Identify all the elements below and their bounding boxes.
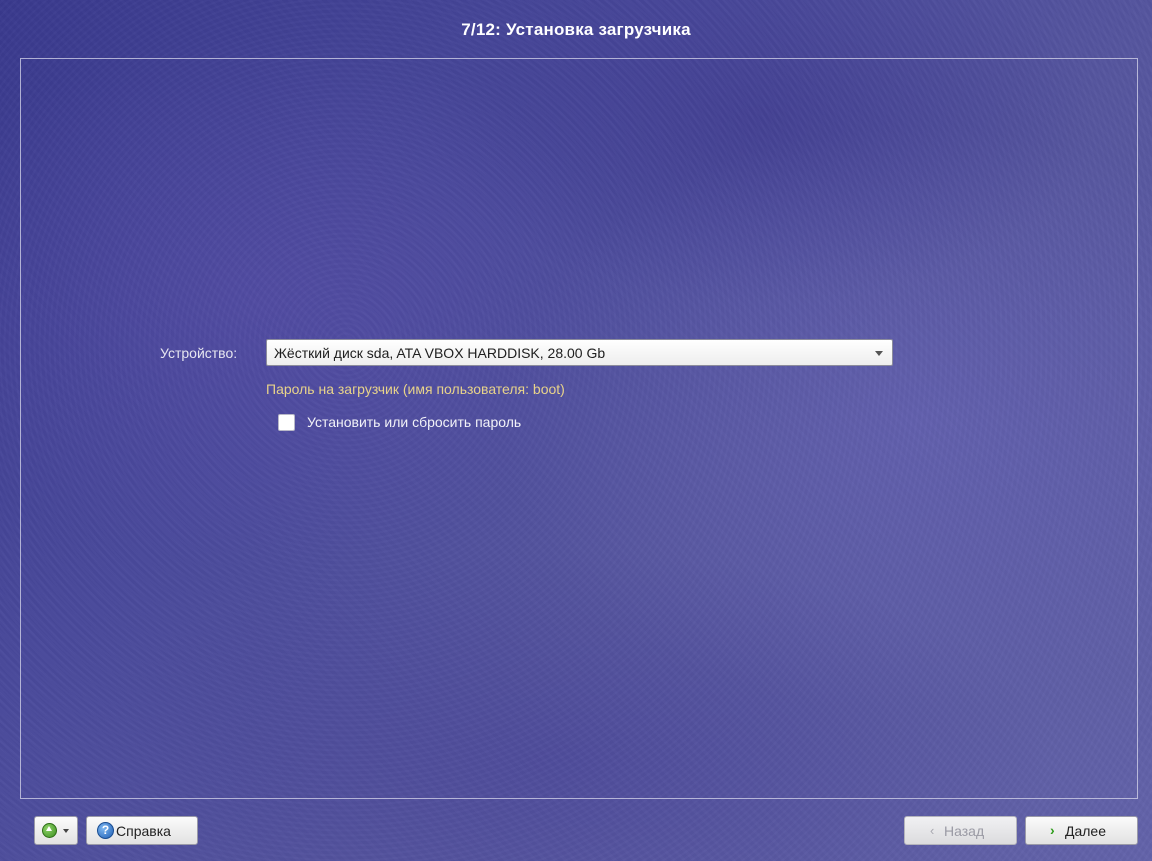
next-button[interactable]: › Далее — [1025, 816, 1138, 845]
chevron-left-icon: ‹ — [930, 823, 935, 838]
password-caption: Пароль на загрузчик (имя пользователя: b… — [266, 381, 565, 397]
dropdown-arrow-icon — [875, 351, 883, 356]
chevron-down-icon — [63, 829, 69, 833]
device-label: Устройство: — [160, 345, 238, 361]
device-select-value: Жёсткий диск sda, ATA VBOX HARDDISK, 28.… — [274, 345, 606, 361]
set-password-checkbox[interactable] — [278, 414, 295, 431]
help-button[interactable]: ? Справка — [86, 816, 198, 845]
content-frame — [20, 58, 1138, 799]
green-up-arrow-icon — [42, 823, 57, 838]
device-select[interactable]: Жёсткий диск sda, ATA VBOX HARDDISK, 28.… — [266, 339, 893, 366]
back-label: Назад — [944, 823, 985, 839]
installer-window: 7/12: Установка загрузчика Устройство: Ж… — [0, 0, 1152, 861]
menu-button[interactable] — [34, 816, 78, 845]
help-label: Справка — [116, 823, 171, 839]
set-password-label: Установить или сбросить пароль — [307, 414, 522, 430]
next-label: Далее — [1065, 823, 1107, 839]
help-question-icon: ? — [97, 822, 114, 839]
page-title: 7/12: Установка загрузчика — [461, 20, 691, 39]
back-button[interactable]: ‹ Назад — [904, 816, 1017, 845]
chevron-right-icon: › — [1050, 822, 1055, 838]
